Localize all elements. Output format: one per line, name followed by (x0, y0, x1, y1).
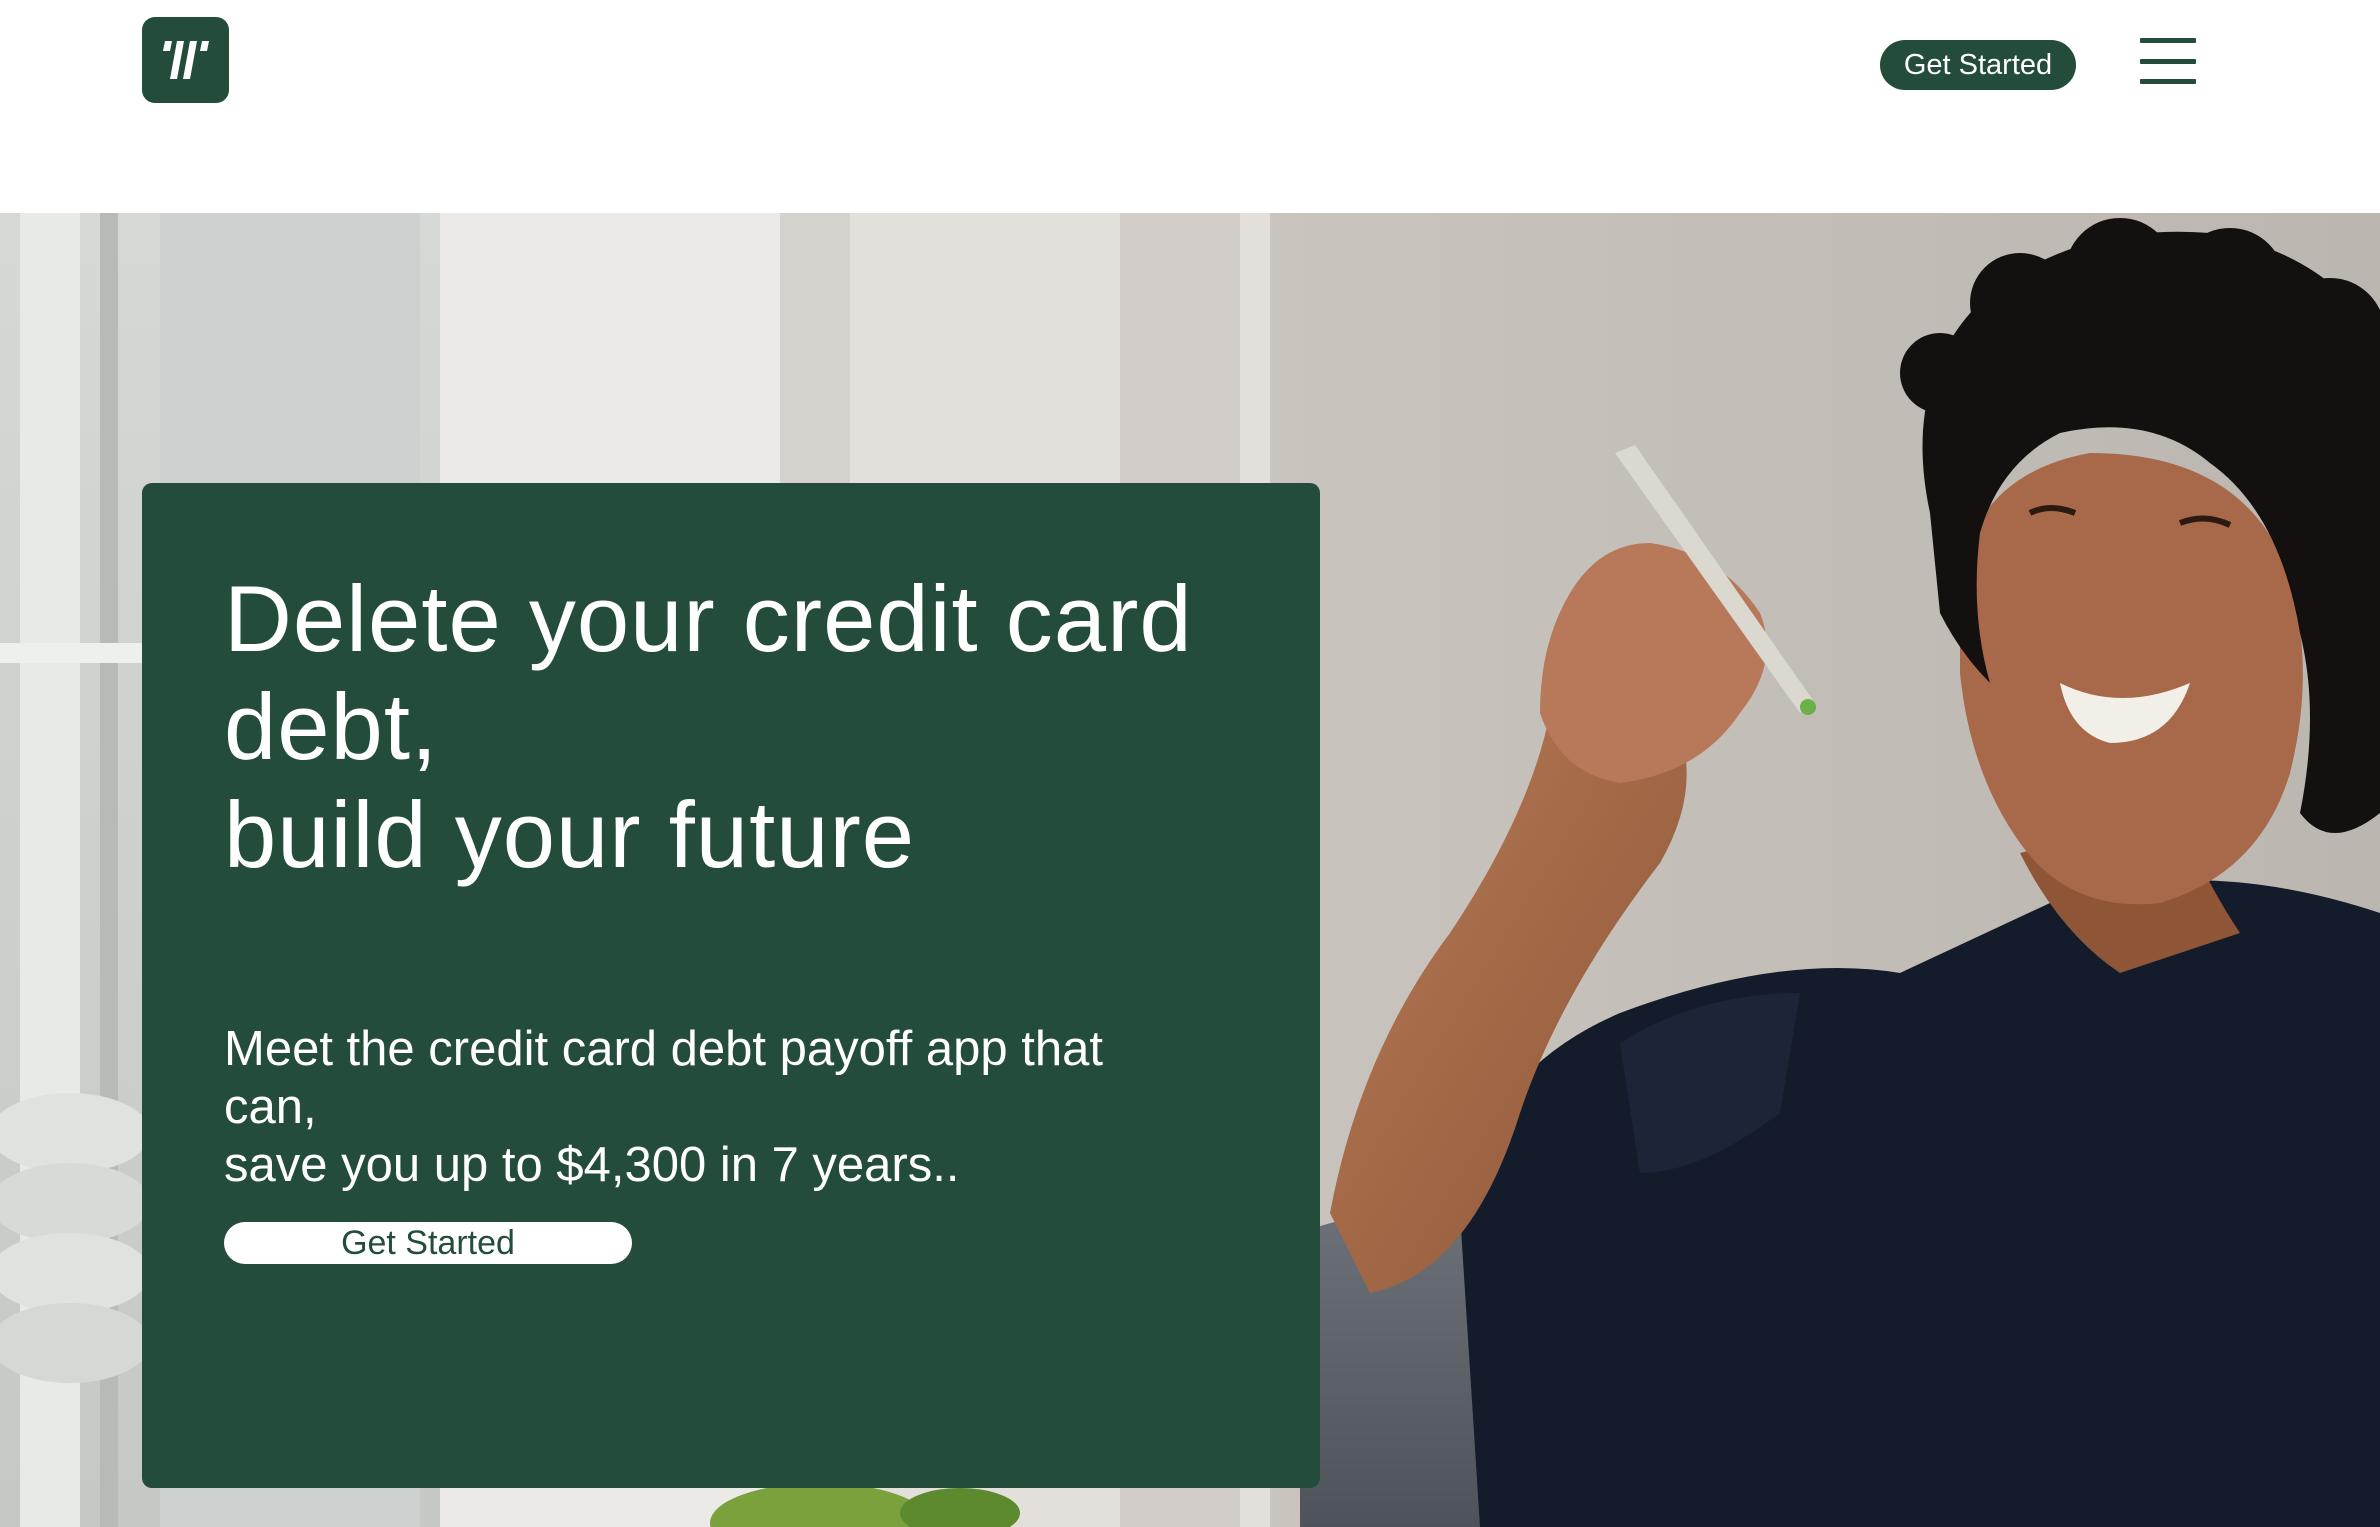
hero-card: Delete your credit card debt, build your… (142, 483, 1320, 1488)
hero-subheadline: Meet the credit card debt payoff app tha… (224, 1020, 1224, 1194)
hero-headline-line-1: Delete your credit card (224, 566, 1193, 671)
hamburger-menu-icon[interactable] (2140, 38, 2196, 84)
hero-subhead-line-3: save you up to $4,300 in 7 years.. (224, 1138, 960, 1192)
hero-get-started-button[interactable]: Get Started (224, 1222, 632, 1264)
hero-headline-line-2: debt, (224, 674, 439, 779)
hero-headline-line-3: build your future (224, 782, 916, 887)
site-header: Get Started (0, 0, 2380, 213)
brand-logo-icon[interactable] (142, 17, 229, 103)
hero-subhead-line-1: Meet the credit card debt payoff app tha… (224, 1022, 1103, 1076)
hero-section: Delete your credit card debt, build your… (0, 213, 2380, 1527)
hero-headline: Delete your credit card debt, build your… (224, 565, 1264, 889)
hero-subhead-line-2: can, (224, 1080, 317, 1134)
header-get-started-button[interactable]: Get Started (1880, 40, 2076, 90)
